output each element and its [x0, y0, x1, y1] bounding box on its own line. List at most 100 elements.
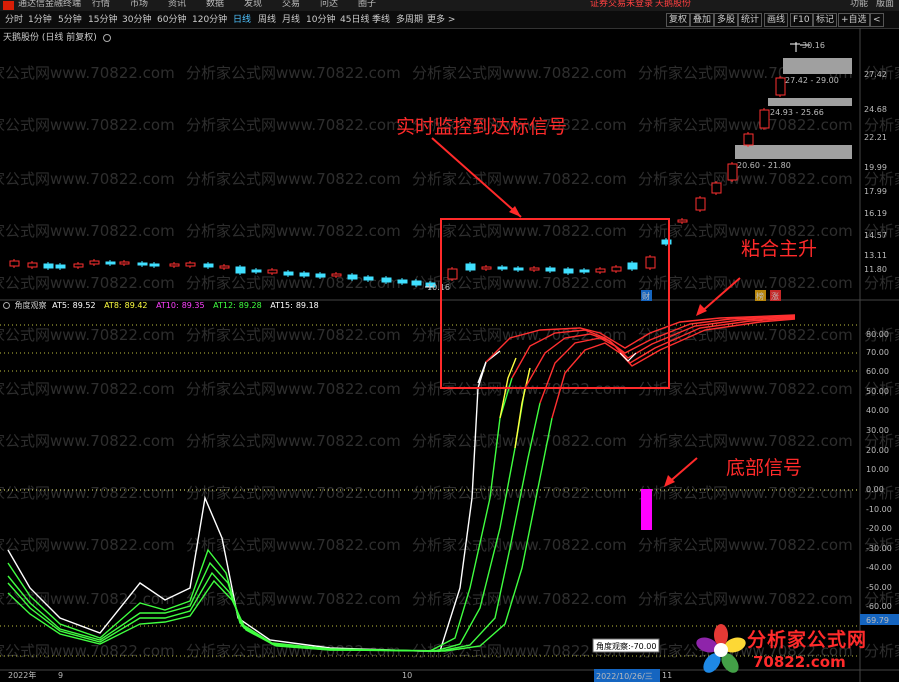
menu-item-ask[interactable]: 问达: [320, 0, 338, 10]
at5-value: AT5: 89.52: [52, 301, 96, 310]
watermark-text: 分析家公式网www.70822.com: [638, 380, 853, 398]
watermark-text: 分析家公式网www.70822.com: [0, 222, 175, 240]
annotation-bottom: 底部信号: [726, 457, 802, 479]
period-120min[interactable]: 120分钟: [192, 14, 227, 26]
period-intraday[interactable]: 分时: [5, 14, 23, 26]
cursor-date: 2022/10/26/三: [596, 672, 653, 681]
period-quarterly[interactable]: 季线: [372, 14, 390, 26]
candle-body: [481, 266, 492, 270]
watermark-text: 分析家公式网www.70822.com: [638, 274, 853, 292]
watermark-text: 分析家公式网www.70822.com: [864, 170, 899, 188]
volume-profile-label: 27.42 - 29.00: [785, 76, 839, 85]
f10-button[interactable]: F10: [790, 13, 813, 27]
price-axis-label: 13.11: [864, 251, 887, 260]
candle-body: [43, 263, 54, 269]
at8-value: AT8: 89.42: [104, 301, 148, 310]
period-multi[interactable]: 多周期: [396, 14, 423, 26]
candle-body: [775, 77, 786, 96]
price-axis-label: 24.68: [864, 105, 887, 114]
watermark-text: 分析家公式网www.70822.com: [0, 116, 175, 134]
app-name: 通达信金融终端: [18, 0, 82, 9]
watermark-text: 分析家公式网www.70822.com: [864, 116, 899, 134]
chart-area[interactable]: 分析家公式网www.70822.com 分析家公式网www.70822.com 分析…: [0, 28, 899, 682]
period-5min[interactable]: 5分钟: [58, 14, 82, 26]
watermark-text: 分析家公式网www.70822.com: [186, 380, 401, 398]
menu-item-circle[interactable]: 圈子: [358, 0, 376, 10]
adjust-button[interactable]: 复权: [666, 13, 691, 27]
candle-body: [89, 260, 100, 265]
price-axis-label: 16.19: [864, 209, 887, 218]
period-more[interactable]: 更多 >: [427, 14, 455, 26]
menu-item-market[interactable]: 市场: [130, 0, 148, 10]
period-10min[interactable]: 10分钟: [306, 14, 335, 26]
volume-profile-bar: [735, 145, 852, 159]
period-1min[interactable]: 1分钟: [28, 14, 52, 26]
watermark-text: 分析家公式网www.70822.com: [186, 432, 401, 450]
candle-body: [627, 262, 638, 270]
event-badge-label: 财: [642, 291, 650, 301]
candle-body: [251, 269, 262, 273]
watermark-text: 分析家公式网www.70822.com: [638, 536, 853, 554]
at15-value: AT15: 89.18: [270, 301, 319, 310]
annotation-realtime: 实时监控到达标信号: [396, 116, 567, 138]
period-daily[interactable]: 日线: [233, 14, 251, 26]
period-15min[interactable]: 15分钟: [88, 14, 117, 26]
price-axis-label: 22.21: [864, 133, 887, 142]
indicator-axis-label: 30.00: [866, 426, 889, 435]
time-month-9: 9: [58, 671, 63, 680]
menu-item-function[interactable]: 功能: [850, 0, 868, 10]
candle-body: [563, 268, 574, 274]
menu-item-layout[interactable]: 版面: [876, 0, 894, 10]
watermark-text: 分析家公式网www.70822.com: [0, 642, 175, 660]
stats-button[interactable]: 统计: [738, 13, 763, 27]
candle-body: [299, 272, 310, 277]
watermark-text: 分析家公式网www.70822.com: [638, 590, 853, 608]
candle-body: [27, 262, 38, 268]
candle-body: [411, 280, 422, 286]
menu-item-news[interactable]: 资讯: [168, 0, 186, 10]
menu-item-discover[interactable]: 发现: [244, 0, 262, 10]
mark-button[interactable]: 标记: [813, 13, 838, 27]
high-marker-label: 30.16: [802, 41, 825, 50]
watermark-text: 分析家公式网www.70822.com: [0, 64, 175, 82]
menu-item-data[interactable]: 数据: [206, 0, 224, 10]
candle-body: [447, 268, 458, 280]
candle-body: [137, 262, 148, 266]
volume-profile-label: 24.93 - 25.66: [770, 108, 824, 117]
indicator-axis-label: -60.00: [866, 602, 892, 611]
site-logo-name: 分析家公式网: [747, 629, 868, 651]
price-axis-label: 11.80: [864, 265, 887, 274]
candle-body: [219, 265, 230, 269]
menu-item-trade[interactable]: 交易: [282, 0, 300, 10]
overlay-button[interactable]: 叠加: [690, 13, 715, 27]
site-logo: 分析家公式网 70822.com: [695, 623, 887, 678]
period-weekly[interactable]: 周线: [258, 14, 276, 26]
candle-body: [203, 263, 214, 268]
menu-item-quotes[interactable]: 行情: [92, 0, 110, 10]
watermark-text: 分析家公式网www.70822.com: [638, 116, 853, 134]
collapse-button[interactable]: <: [870, 13, 884, 27]
time-start: 2022年: [8, 670, 36, 680]
indicator-settings-icon[interactable]: [3, 302, 10, 309]
broker-status[interactable]: 证券交易未登录: [590, 0, 653, 10]
period-30min[interactable]: 30分钟: [122, 14, 151, 26]
candle-body: [73, 263, 84, 268]
indicator-axis-label: -10.00: [866, 505, 892, 514]
watermark-text: 分析家公式网www.70822.com: [186, 536, 401, 554]
indicator-name[interactable]: 角度观察: [15, 301, 47, 310]
period-45day[interactable]: 45日线: [340, 14, 369, 26]
indicator-axis-label: 0.00: [866, 485, 884, 494]
price-axis-label: 17.99: [864, 187, 887, 196]
draw-button[interactable]: 画线: [764, 13, 789, 27]
watermark-text: 分析家公式网www.70822.com: [186, 64, 401, 82]
period-monthly[interactable]: 月线: [282, 14, 300, 26]
indicator-line: [7, 377, 513, 652]
candle-body: [149, 263, 160, 267]
watermark-text: 分析家公式网www.70822.com: [0, 326, 175, 344]
multi-stock-button[interactable]: 多股: [714, 13, 739, 27]
watermark-text: 分析家公式网www.70822.com: [0, 170, 175, 188]
period-60min[interactable]: 60分钟: [157, 14, 186, 26]
candle-body: [695, 197, 706, 211]
watermark-text: 分析家公式网www.70822.com: [186, 170, 401, 188]
add-watchlist-button[interactable]: +自选: [838, 13, 870, 27]
